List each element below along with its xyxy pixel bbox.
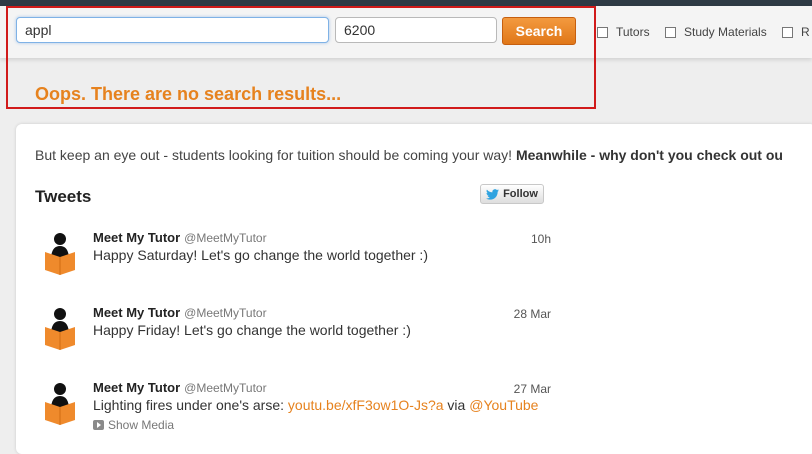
r-checkbox[interactable] (782, 26, 793, 38)
highlight-box (6, 6, 596, 109)
tutors-checkbox[interactable] (597, 26, 608, 38)
tweet-author[interactable]: Meet My Tutor @MeetMyTutor (93, 230, 267, 245)
follow-button[interactable]: Follow (480, 184, 544, 204)
tweet-item: Meet My Tutor @MeetMyTutor 27 Mar Lightin… (35, 380, 555, 450)
tutor-avatar-icon[interactable] (43, 305, 77, 353)
tweet-name[interactable]: Meet My Tutor (93, 380, 180, 395)
filter-study-materials[interactable]: Study Materials (665, 25, 767, 39)
tweet-text-prefix: Lighting fires under one's arse: (93, 397, 288, 413)
tweet-time[interactable]: 27 Mar (514, 382, 551, 396)
tweet-text: Happy Friday! Let's go change the world … (93, 322, 411, 338)
filter-r-label: R (801, 25, 810, 39)
study-materials-checkbox[interactable] (665, 26, 676, 38)
tweet-text: Happy Saturday! Let's go change the worl… (93, 247, 428, 263)
tweet-author[interactable]: Meet My Tutor @MeetMyTutor (93, 380, 267, 395)
show-media-label: Show Media (108, 418, 175, 432)
filter-tutors[interactable]: Tutors (597, 25, 650, 39)
tweet-time[interactable]: 28 Mar (514, 307, 551, 321)
tweet-name[interactable]: Meet My Tutor (93, 305, 180, 320)
tweet-link[interactable]: youtu.be/xfF3ow1O-Js?a (288, 397, 444, 413)
tweet-name[interactable]: Meet My Tutor (93, 230, 180, 245)
tweet-handle[interactable]: @MeetMyTutor (184, 381, 266, 395)
filter-tutors-label: Tutors (616, 25, 650, 39)
tweet-time[interactable]: 10h (531, 232, 551, 246)
follow-label: Follow (503, 188, 538, 200)
tweet-text: Lighting fires under one's arse: youtu.b… (93, 397, 538, 413)
intro-bold: Meanwhile - why don't you check out ou (515, 147, 783, 163)
tweets-title: Tweets (35, 187, 92, 206)
tweet-handle[interactable]: @MeetMyTutor (184, 306, 266, 320)
tweet-item: Meet My Tutor @MeetMyTutor 28 Mar Happy F… (35, 305, 555, 375)
play-icon (93, 420, 104, 430)
tweet-mention[interactable]: @YouTube (469, 397, 538, 413)
intro-plain: But keep an eye out - students looking f… (35, 147, 516, 163)
filter-r[interactable]: R (782, 25, 810, 39)
tweet-item: Meet My Tutor @MeetMyTutor 10h Happy Satu… (35, 230, 555, 300)
twitter-bird-icon (486, 188, 500, 200)
tweet-author[interactable]: Meet My Tutor @MeetMyTutor (93, 305, 267, 320)
tweet-text-mid: via (443, 397, 470, 413)
tweet-handle[interactable]: @MeetMyTutor (184, 231, 266, 245)
tutor-avatar-icon[interactable] (43, 230, 77, 278)
show-media-toggle[interactable]: Show Media (93, 418, 174, 432)
intro-text: But keep an eye out - students looking f… (35, 147, 783, 163)
tutor-avatar-icon[interactable] (43, 380, 77, 428)
filter-study-materials-label: Study Materials (684, 25, 767, 39)
